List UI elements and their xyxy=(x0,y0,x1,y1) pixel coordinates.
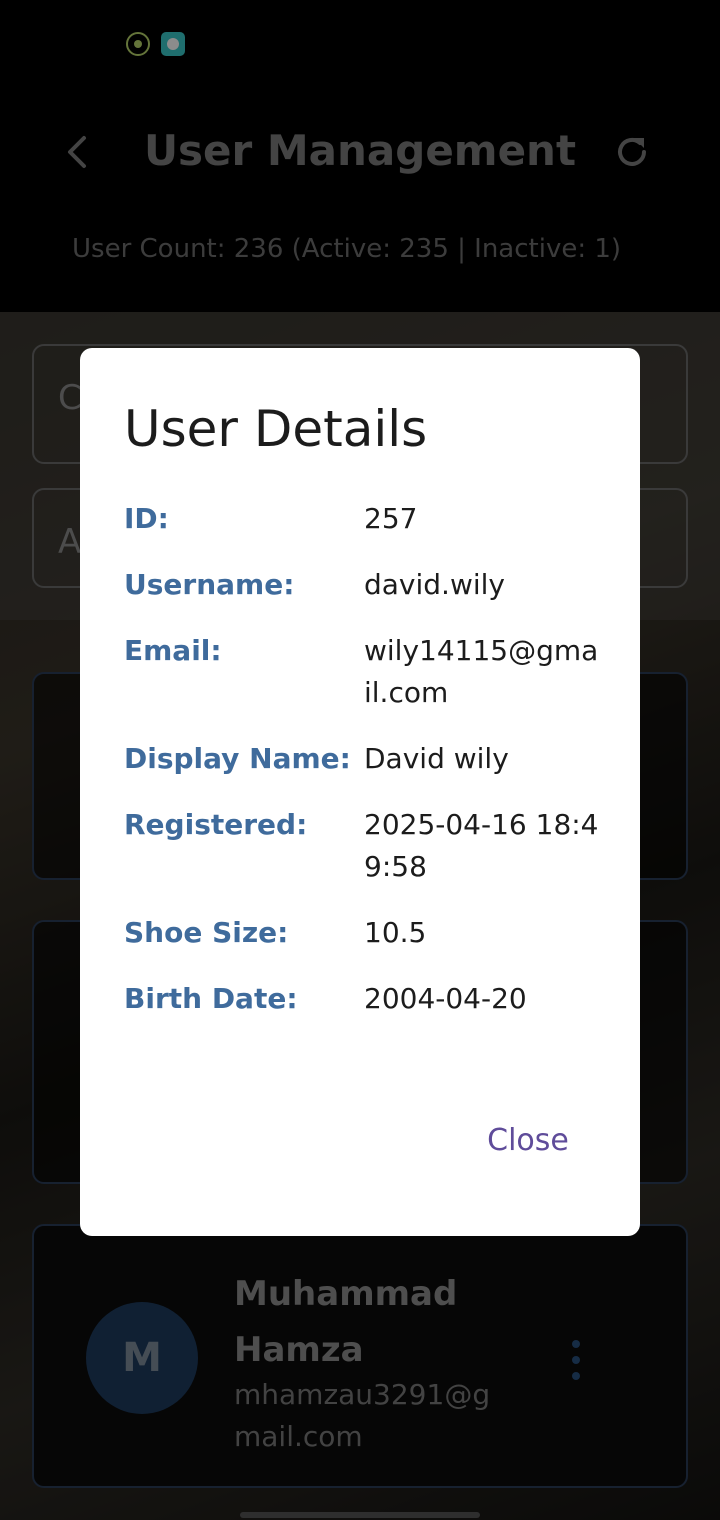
user-details-dialog: User Details ID: 257 Username: david.wil… xyxy=(80,348,640,1236)
dialog-title: User Details xyxy=(124,400,428,458)
detail-label: Birth Date: xyxy=(124,982,298,1015)
detail-value: 2004-04-20 xyxy=(364,982,527,1015)
detail-label: Registered: xyxy=(124,808,308,841)
detail-value: David wily xyxy=(364,742,509,775)
detail-value: 257 xyxy=(364,502,418,535)
detail-label: Display Name: xyxy=(124,742,351,775)
detail-label: Shoe Size: xyxy=(124,916,289,949)
detail-value: 10.5 xyxy=(364,916,427,949)
close-button[interactable]: Close xyxy=(472,1114,584,1166)
detail-value: david.wily xyxy=(364,568,505,601)
detail-value: 2025-04-16 18:49:58 xyxy=(364,808,599,883)
detail-label: ID: xyxy=(124,502,169,535)
detail-value: wily14115@gmail.com xyxy=(364,634,599,709)
detail-label: Email: xyxy=(124,634,222,667)
detail-label: Username: xyxy=(124,568,295,601)
